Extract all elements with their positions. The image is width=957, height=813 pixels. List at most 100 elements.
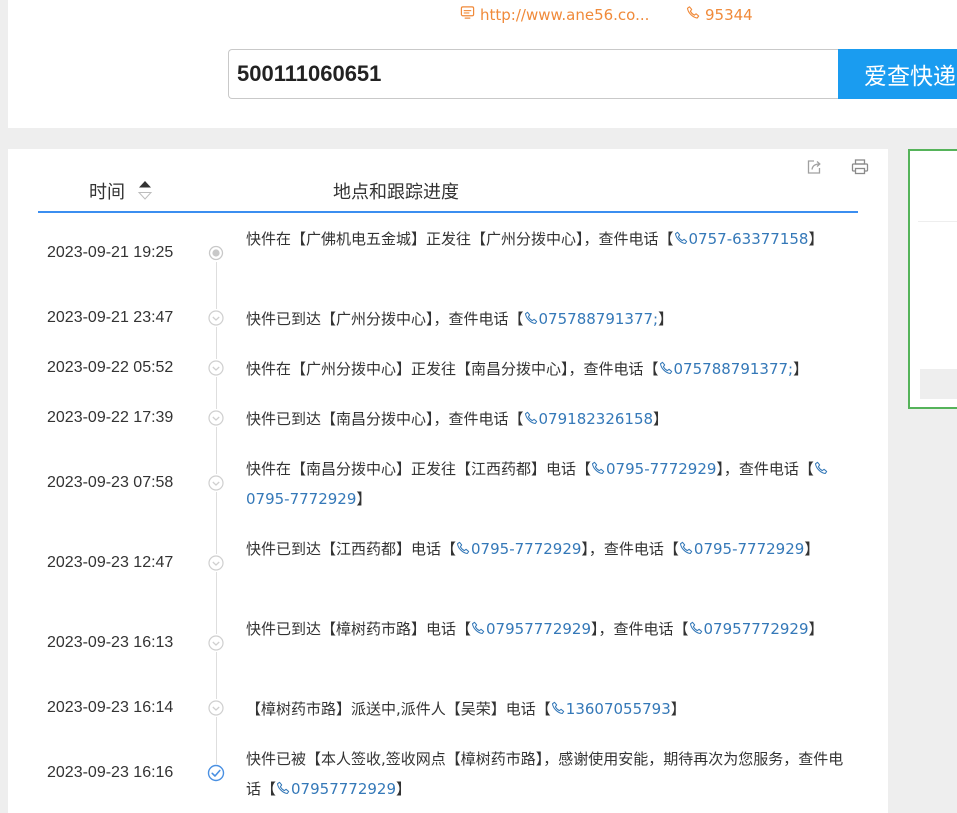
phone-link[interactable]: 07957772929 (689, 620, 809, 638)
phone-icon (686, 5, 700, 24)
event-text: 】 (356, 490, 372, 508)
phone-number: 0795-7772929 (606, 460, 717, 478)
event-text: 】 (808, 230, 824, 248)
phone-number: 0795-7772929 (693, 540, 805, 558)
event-text: 快件在【广州分拨中心】正发往【南昌分拨中心】，查件电话【 (246, 360, 659, 378)
header-divider (38, 211, 858, 213)
event-text: 】 (653, 410, 669, 428)
web-icon (460, 5, 475, 24)
hotline-number: 95344 (705, 5, 753, 24)
website-link[interactable]: http://www.ane56.co... (460, 5, 649, 24)
side-panel (908, 149, 957, 409)
event-text: 】，查件电话【 (581, 540, 679, 558)
phone-number: 079182326158 (538, 410, 654, 428)
event-time: 2023-09-23 16:13 (47, 634, 174, 651)
event-description: 快件在【广州分拨中心】正发往【南昌分拨中心】，查件电话【 075788791377… (246, 354, 846, 384)
event-time: 2023-09-21 19:25 (47, 244, 174, 261)
phone-link[interactable]: 0757-63377158 (674, 230, 808, 248)
event-text: 快件在【广佛机电五金城】正发往【广州分拨中心】，查件电话【 (246, 230, 674, 248)
phone-number: 0795-7772929 (471, 540, 582, 558)
sort-toggle-icon[interactable] (137, 179, 153, 201)
share-icon[interactable] (804, 157, 824, 177)
phone-link[interactable]: 0795-7772929 (456, 540, 581, 558)
timeline-node-icon (207, 474, 225, 492)
event-text: 快件已到达【樟树药市路】电话【 (246, 620, 472, 638)
event-description: 快件在【南昌分拨中心】正发往【江西药都】电话【 0795-7772929】，查件电… (246, 454, 846, 514)
event-text: 】 (793, 360, 809, 378)
event-text: 】 (396, 780, 412, 798)
event-text: 】 (658, 310, 674, 328)
tracking-panel: 时间 地点和跟踪进度 2023-09-21 19:25 快件在【广佛机电五金城】正… (8, 149, 888, 813)
phone-number: 13607055793 (565, 700, 671, 718)
event-description: 快件已到达【樟树药市路】电话【 07957772929】，查件电话【 0795777… (246, 614, 846, 644)
signed-check-icon (207, 764, 225, 782)
event-description: 【樟树药市路】派送中,派件人【吴荣】电话【 13607055793】 (246, 694, 846, 724)
top-bar: http://www.ane56.co... 95344 爱查快递 (8, 0, 957, 128)
event-time: 2023-09-22 05:52 (47, 359, 174, 376)
phone-icon (674, 231, 687, 245)
phone-icon (659, 361, 672, 375)
timeline-node-icon (207, 359, 225, 377)
phone-number: 07957772929 (703, 620, 809, 638)
phone-link[interactable]: 075788791377; (659, 360, 794, 378)
event-description: 快件已到达【江西药都】电话【 0795-7772929】，查件电话【 0795-77… (246, 534, 846, 564)
event-time: 2023-09-23 16:14 (47, 699, 174, 716)
current-dot-icon (207, 244, 225, 262)
event-text: 【樟树药市路】派送中,派件人【吴荣】电话【 (246, 700, 551, 718)
phone-icon (471, 621, 485, 635)
search-button[interactable]: 爱查快递 (838, 49, 957, 99)
event-text: 】 (670, 700, 686, 718)
phone-link[interactable]: 079182326158 (524, 410, 654, 428)
phone-number: 075788791377; (673, 360, 794, 378)
phone-link[interactable]: 0795-7772929 (679, 540, 804, 558)
phone-icon (679, 541, 693, 555)
phone-link[interactable]: 07957772929 (471, 620, 591, 638)
timeline-node-icon (207, 409, 225, 427)
event-text: 】，查件电话【 (591, 620, 689, 638)
website-text: http://www.ane56.co... (480, 5, 650, 24)
phone-link[interactable]: 07957772929 (276, 780, 396, 798)
side-divider (918, 221, 957, 222)
phone-link[interactable]: 0795-7772929 (591, 460, 716, 478)
phone-icon (524, 411, 537, 425)
phone-link[interactable]: 13607055793 (551, 700, 671, 718)
event-text: 】 (804, 540, 820, 558)
event-description: 快件已到达【广州分拨中心】，查件电话【 075788791377;】 (246, 304, 846, 334)
event-text: 快件在【南昌分拨中心】正发往【江西药都】电话【 (246, 460, 592, 478)
phone-icon (591, 461, 605, 475)
event-text: 快件已到达【广州分拨中心】，查件电话【 (246, 310, 524, 328)
event-time: 2023-09-23 12:47 (47, 554, 174, 571)
event-description: 快件已被【本人签收,签收网点【樟树药市路】，感谢使用安能，期待再次为您服务，查件… (246, 744, 846, 804)
event-time: 2023-09-21 23:47 (47, 309, 174, 326)
event-time: 2023-09-23 16:16 (47, 764, 174, 781)
print-icon[interactable] (850, 157, 870, 177)
event-text: 】 (808, 620, 824, 638)
timeline-node-icon (207, 699, 225, 717)
side-button[interactable] (920, 369, 957, 399)
tracking-number-input[interactable] (228, 49, 840, 99)
timeline-node-icon (207, 554, 225, 572)
phone-number: 0795-7772929 (246, 490, 357, 508)
column-header-time: 时间 (89, 182, 125, 203)
phone-number: 07957772929 (486, 620, 591, 638)
phone-icon (456, 541, 470, 555)
column-header-location: 地点和跟踪进度 (333, 182, 459, 203)
phone-link[interactable]: 075788791377; (524, 310, 659, 328)
phone-icon (689, 621, 702, 635)
timeline-node-icon (207, 309, 225, 327)
event-text: 】，查件电话【 (716, 460, 814, 478)
event-text: 快件已到达【江西药都】电话【 (246, 540, 457, 558)
timeline-node-icon (207, 634, 225, 652)
phone-icon (524, 311, 537, 325)
phone-number: 07957772929 (291, 780, 396, 798)
phone-icon (551, 701, 564, 715)
event-description: 快件在【广佛机电五金城】正发往【广州分拨中心】，查件电话【 0757-633771… (246, 224, 846, 254)
phone-icon (276, 781, 290, 795)
event-time: 2023-09-22 17:39 (47, 409, 174, 426)
phone-number: 075788791377; (538, 310, 659, 328)
hotline[interactable]: 95344 (686, 5, 753, 24)
event-description: 快件已到达【南昌分拨中心】，查件电话【 079182326158】 (246, 404, 846, 434)
event-text: 快件已到达【南昌分拨中心】，查件电话【 (246, 410, 524, 428)
event-time: 2023-09-23 07:58 (47, 474, 174, 491)
phone-icon (814, 461, 828, 475)
